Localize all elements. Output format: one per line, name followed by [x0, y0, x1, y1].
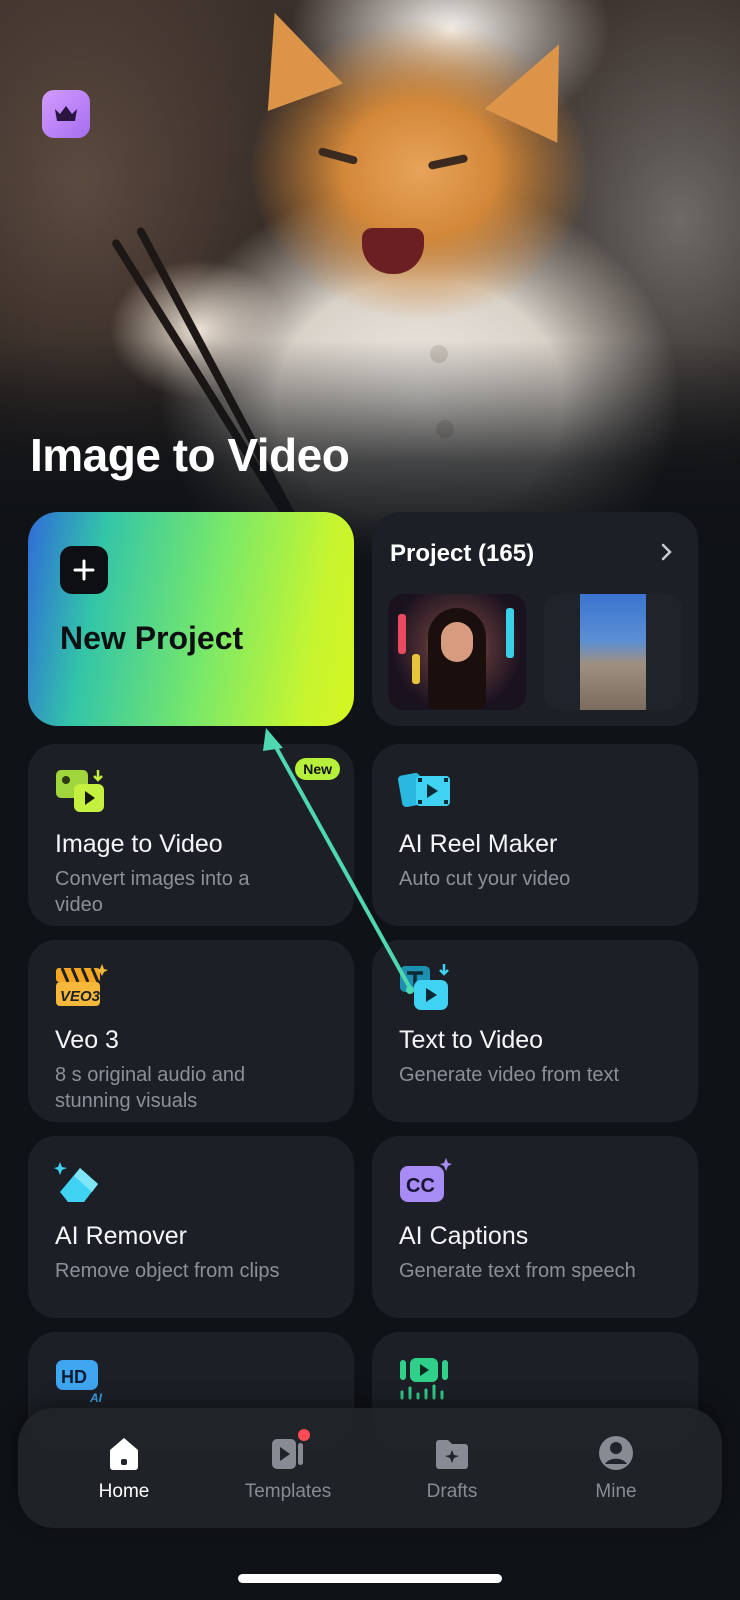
image-to-video-icon — [56, 770, 104, 812]
drafts-folder-icon — [436, 1440, 468, 1469]
hero-image-detail — [317, 146, 359, 166]
hero-image-detail — [484, 27, 596, 143]
thumbnail-image — [580, 594, 646, 710]
tool-card-veo3[interactable]: VEO3 Veo 3 8 s original audio and stunni… — [28, 940, 354, 1122]
notification-dot — [298, 1429, 310, 1441]
nav-home[interactable]: Home — [59, 1433, 189, 1503]
projects-card[interactable]: Project (165) — [372, 512, 698, 726]
tool-subtitle: Generate text from speech — [399, 1260, 636, 1282]
home-icon — [110, 1438, 138, 1470]
thumbnail-detail — [398, 614, 406, 654]
captions-cc-icon: CC — [400, 1158, 452, 1202]
new-project-button[interactable]: New Project — [28, 512, 354, 726]
hero-image-detail — [237, 0, 343, 111]
tool-title: Veo 3 — [55, 1026, 119, 1054]
hero-image-detail — [362, 228, 424, 274]
project-thumbnail[interactable] — [388, 594, 526, 710]
crown-icon — [55, 106, 77, 121]
hero-image-detail — [427, 153, 469, 171]
profile-icon — [599, 1436, 633, 1470]
nav-drafts[interactable]: Drafts — [387, 1433, 517, 1503]
svg-text:HD: HD — [61, 1367, 87, 1387]
svg-text:VEO3: VEO3 — [60, 988, 101, 1005]
reel-maker-icon — [398, 772, 450, 808]
tool-card-ai-reel-maker[interactable]: AI Reel Maker Auto cut your video — [372, 744, 698, 926]
nav-templates[interactable]: Templates — [223, 1429, 353, 1503]
nav-label: Mine — [595, 1481, 637, 1502]
new-project-label: New Project — [60, 620, 244, 656]
tool-subtitle: Auto cut your video — [399, 868, 571, 890]
tool-card-text-to-video[interactable]: Text to Video Generate video from text — [372, 940, 698, 1122]
premium-button[interactable] — [42, 90, 90, 138]
chevron-right-icon[interactable] — [660, 542, 674, 562]
tool-subtitle: Generate video from text — [399, 1064, 620, 1086]
hero-banner[interactable]: Image to Video — [0, 0, 740, 560]
tool-card-ai-remover[interactable]: AI Remover Remove object from clips — [28, 1136, 354, 1318]
tool-title: AI Remover — [55, 1222, 187, 1250]
audio-waveform-icon — [400, 1358, 448, 1400]
nav-mine[interactable]: Mine — [551, 1433, 681, 1503]
tool-title: Text to Video — [399, 1026, 544, 1054]
nav-label: Drafts — [426, 1481, 478, 1502]
tool-card-ai-captions[interactable]: CC AI Captions Generate text from speech — [372, 1136, 698, 1318]
new-badge: New — [295, 758, 340, 780]
tool-subtitle: Convert images into a video — [55, 868, 250, 916]
veo3-icon: VEO3 — [56, 964, 108, 1006]
hero-title: Image to Video — [30, 429, 350, 481]
nav-label: Templates — [244, 1481, 332, 1502]
text-to-video-icon — [400, 964, 449, 1010]
eraser-icon — [54, 1162, 98, 1202]
plus-icon — [60, 546, 108, 594]
tool-subtitle: 8 s original audio and stunning visuals — [55, 1064, 246, 1112]
tool-title: Image to Video — [55, 830, 223, 858]
hd-ai-icon: HD AI — [56, 1360, 103, 1404]
projects-title: Project (165) — [390, 540, 535, 567]
bottom-nav: Home Templates Drafts Mine — [18, 1408, 722, 1528]
tool-title: AI Reel Maker — [399, 830, 558, 858]
thumbnail-detail — [506, 608, 514, 658]
tool-card-image-to-video[interactable]: New Image to Video Convert images into a… — [28, 744, 354, 926]
svg-text:CC: CC — [406, 1175, 435, 1197]
tool-subtitle: Remove object from clips — [55, 1260, 280, 1282]
home-indicator — [238, 1574, 502, 1583]
tool-title: AI Captions — [399, 1222, 529, 1250]
project-thumbnail[interactable] — [544, 594, 682, 710]
thumbnail-detail — [441, 622, 473, 662]
svg-text:AI: AI — [89, 1391, 103, 1404]
nav-label: Home — [98, 1481, 150, 1502]
thumbnail-detail — [412, 654, 420, 684]
